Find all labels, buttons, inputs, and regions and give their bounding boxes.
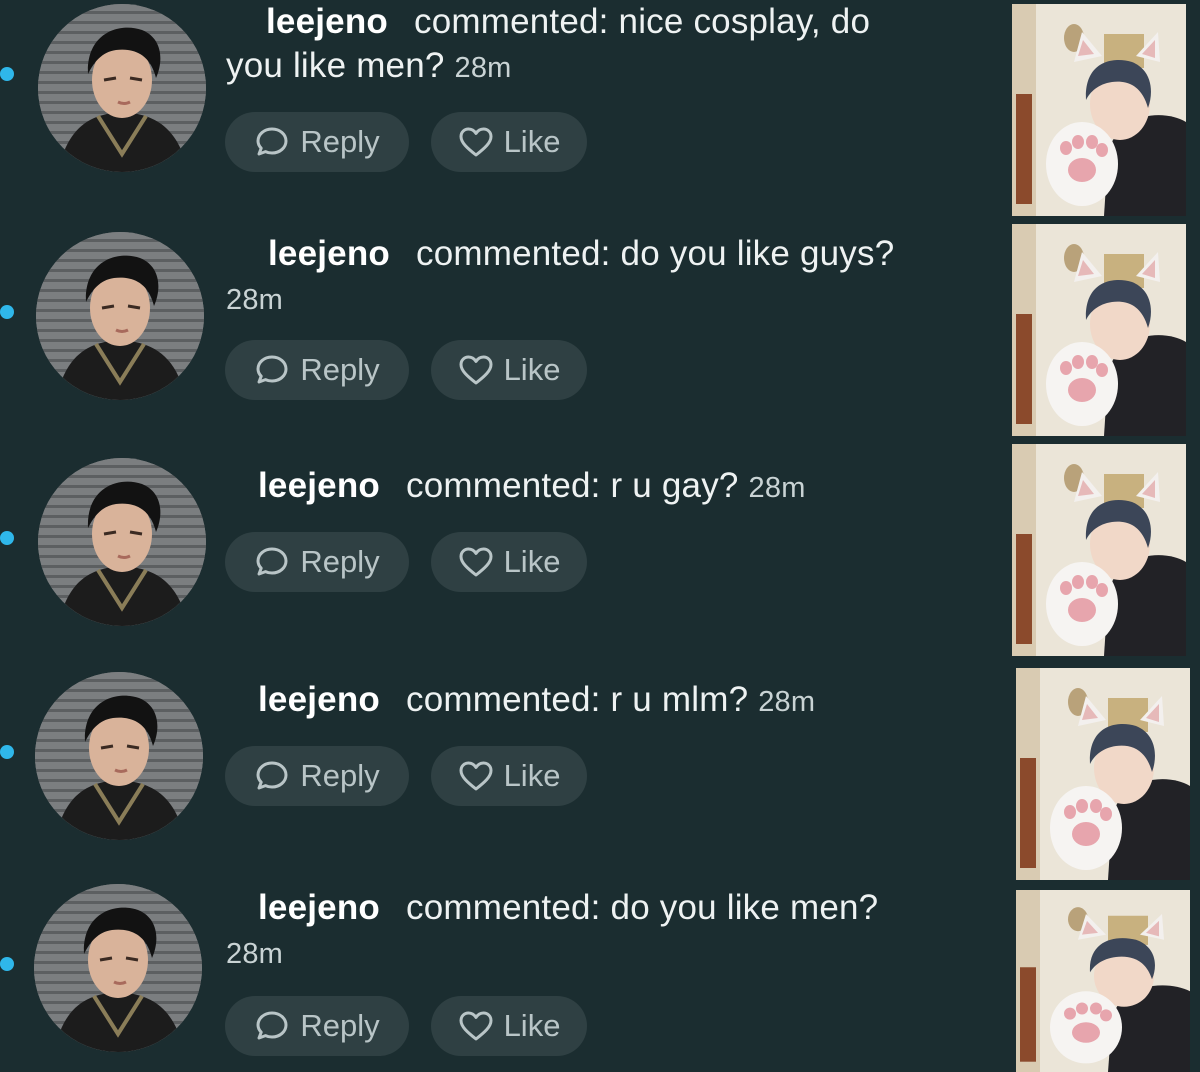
unread-indicator bbox=[0, 531, 14, 545]
comment-body: commented: do you like guys? bbox=[416, 234, 895, 273]
post-thumbnail-image bbox=[1016, 890, 1190, 1072]
comment-text: leejeno commented: r u gay? 28m bbox=[258, 464, 998, 510]
avatar[interactable] bbox=[38, 458, 206, 626]
timestamp: 28m bbox=[748, 472, 806, 504]
unread-indicator bbox=[0, 305, 14, 319]
reply-label: Reply bbox=[300, 544, 380, 579]
reply-label: Reply bbox=[300, 1008, 380, 1043]
unread-indicator bbox=[0, 67, 14, 81]
heart-outline-icon bbox=[458, 544, 494, 580]
post-thumbnail[interactable] bbox=[1016, 668, 1190, 880]
like-button[interactable]: Like bbox=[431, 112, 587, 172]
post-thumbnail[interactable] bbox=[1016, 890, 1190, 1072]
unread-indicator bbox=[0, 957, 14, 971]
speech-bubble-icon bbox=[254, 352, 290, 388]
like-button[interactable]: Like bbox=[431, 532, 587, 592]
speech-bubble-icon bbox=[254, 1008, 290, 1044]
timestamp: 28m bbox=[226, 938, 284, 970]
post-thumbnail[interactable] bbox=[1012, 224, 1186, 436]
like-label: Like bbox=[503, 1008, 561, 1043]
notification-item[interactable]: leejeno commented: r u gay? 28m Reply Lik… bbox=[0, 444, 1200, 656]
username[interactable]: leejeno bbox=[258, 680, 380, 719]
avatar-image bbox=[38, 458, 206, 626]
reply-label: Reply bbox=[300, 352, 380, 387]
avatar-image bbox=[38, 4, 206, 172]
reply-button[interactable]: Reply bbox=[225, 112, 409, 172]
comment-body-line-1: commented: nice cosplay, do bbox=[414, 2, 871, 41]
reply-label: Reply bbox=[300, 124, 380, 159]
notification-item[interactable]: leejeno commented: nice cosplay, do you l… bbox=[0, 0, 1200, 220]
like-label: Like bbox=[503, 352, 561, 387]
comment-body: commented: r u mlm? bbox=[406, 680, 749, 719]
speech-bubble-icon bbox=[254, 124, 290, 160]
notification-item[interactable]: leejeno commented: do you like guys? 28m … bbox=[0, 222, 1200, 442]
username[interactable]: leejeno bbox=[268, 234, 390, 273]
notification-item[interactable]: leejeno commented: r u mlm? 28m Reply Lik… bbox=[0, 660, 1200, 880]
timestamp: 28m bbox=[226, 284, 284, 316]
avatar-image bbox=[35, 672, 203, 840]
notification-feed: leejeno commented: nice cosplay, do you l… bbox=[0, 0, 1200, 1072]
like-label: Like bbox=[503, 758, 561, 793]
timestamp: 28m bbox=[758, 686, 816, 718]
comment-text: leejeno commented: nice cosplay, do you l… bbox=[226, 0, 986, 90]
post-thumbnail-image bbox=[1012, 224, 1186, 436]
avatar-image bbox=[36, 232, 204, 400]
reply-button[interactable]: Reply bbox=[225, 340, 409, 400]
reply-button[interactable]: Reply bbox=[225, 746, 409, 806]
notification-item[interactable]: leejeno commented: do you like men? 28m R… bbox=[0, 884, 1200, 1072]
like-button[interactable]: Like bbox=[431, 996, 587, 1056]
comment-body: commented: do you like men? bbox=[406, 888, 879, 927]
comment-body: commented: r u gay? bbox=[406, 466, 739, 505]
reply-button[interactable]: Reply bbox=[225, 532, 409, 592]
timestamp: 28m bbox=[454, 52, 512, 84]
heart-outline-icon bbox=[458, 1008, 494, 1044]
like-label: Like bbox=[503, 124, 561, 159]
comment-text: leejeno commented: r u mlm? 28m bbox=[258, 678, 998, 724]
username[interactable]: leejeno bbox=[266, 2, 388, 41]
post-thumbnail-image bbox=[1012, 444, 1186, 656]
post-thumbnail-image bbox=[1012, 4, 1186, 216]
heart-outline-icon bbox=[458, 124, 494, 160]
heart-outline-icon bbox=[458, 352, 494, 388]
like-button[interactable]: Like bbox=[431, 340, 587, 400]
speech-bubble-icon bbox=[254, 544, 290, 580]
heart-outline-icon bbox=[458, 758, 494, 794]
avatar[interactable] bbox=[36, 232, 204, 400]
unread-indicator bbox=[0, 745, 14, 759]
post-thumbnail[interactable] bbox=[1012, 4, 1186, 216]
like-button[interactable]: Like bbox=[431, 746, 587, 806]
comment-text: leejeno commented: do you like guys? 28m bbox=[226, 232, 996, 322]
reply-label: Reply bbox=[300, 758, 380, 793]
avatar[interactable] bbox=[35, 672, 203, 840]
avatar-image bbox=[34, 884, 202, 1052]
post-thumbnail-image bbox=[1016, 668, 1190, 880]
speech-bubble-icon bbox=[254, 758, 290, 794]
avatar[interactable] bbox=[34, 884, 202, 1052]
avatar[interactable] bbox=[38, 4, 206, 172]
comment-body-line-2: you like men? bbox=[226, 46, 445, 85]
post-thumbnail[interactable] bbox=[1012, 444, 1186, 656]
comment-text: leejeno commented: do you like men? 28m bbox=[226, 886, 996, 976]
username[interactable]: leejeno bbox=[258, 466, 380, 505]
like-label: Like bbox=[503, 544, 561, 579]
username[interactable]: leejeno bbox=[258, 888, 380, 927]
reply-button[interactable]: Reply bbox=[225, 996, 409, 1056]
